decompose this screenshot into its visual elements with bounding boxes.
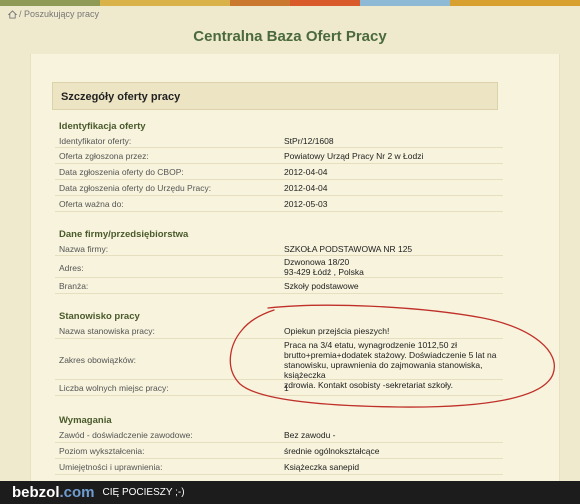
row-value: Dzwonowa 18/20 93-429 Łódź , Polska [284,257,364,277]
row-label: Identyfikator oferty: [59,136,132,146]
top-bar-segment [0,0,100,6]
table-row: Identyfikator oferty: StPr/12/1608 [55,133,503,148]
row-label: Liczba wolnych miejsc pracy: [59,383,169,393]
table-row: Adres: Dzwonowa 18/20 93-429 Łódź , Pols… [55,256,503,278]
breadcrumb: / Poszukujący pracy [8,9,99,19]
brand-logo[interactable]: bebzol.com [12,484,95,501]
row-value: Szkoły podstawowe [284,281,359,291]
row-label: Branża: [59,281,89,291]
row-value: 2012-05-03 [284,199,328,209]
row-label: Adres: [59,263,84,273]
row-label: Data zgłoszenia oferty do CBOP: [59,167,184,177]
row-label: Nazwa stanowiska pracy: [59,326,155,336]
page-title: Centralna Baza Ofert Pracy [193,28,387,45]
row-label: Nazwa firmy: [59,244,109,254]
group-title-requirements: Wymagania [59,415,112,426]
row-label: Data zgłoszenia oferty do Urzędu Pracy: [59,183,212,193]
row-value: Opiekun przejścia pieszych! [284,326,390,336]
brand-tld: .com [59,484,95,501]
top-color-bar [0,0,580,6]
table-row: Data zgłoszenia oferty do Urzędu Pracy: … [55,180,503,196]
row-value: Bez zawodu - [284,430,336,440]
table-row: Liczba wolnych miejsc pracy: 1 [55,380,503,396]
top-bar-segment [230,0,290,6]
watermark-footer: bebzol.com CIĘ POCIESZY ;-) [0,481,580,504]
breadcrumb-link-job-seeker[interactable]: / Poszukujący pracy [19,9,99,19]
row-label: Zakres obowiązków: [59,355,137,365]
table-row: Oferta ważna do: 2012-05-03 [55,196,503,212]
top-bar-segment [450,0,580,6]
row-value: SZKOŁA PODSTAWOWA NR 125 [284,244,413,254]
table-row: Data zgłoszenia oferty do CBOP: 2012-04-… [55,164,503,180]
row-label: Poziom wykształcenia: [59,446,145,456]
brand-name: bebzol [12,484,60,501]
row-label: Zawód - doświadczenie zawodowe: [59,430,193,440]
top-bar-segment [100,0,230,6]
row-value: Powiatowy Urząd Pracy Nr 2 w Łodzi [284,151,424,161]
row-value: średnie ogólnokształcące [284,446,380,456]
table-row: Zakres obowiązków: Praca na 3/4 etatu, w… [55,339,503,390]
table-row: Poziom wykształcenia: średnie ogólnokszt… [55,443,503,459]
table-row: Nazwa stanowiska pracy: Opiekun przejści… [55,323,503,339]
row-value: StPr/12/1608 [284,136,334,146]
footer-tagline: CIĘ POCIESZY ;-) [102,487,185,498]
table-row: Umiejętności i uprawnienia: Książeczka s… [55,459,503,475]
group-title-identification: Identyfikacja oferty [59,121,146,132]
top-bar-segment [290,0,360,6]
table-row: Branża: Szkoły podstawowe [55,278,503,294]
row-value: Książeczka sanepid [284,462,360,472]
group-title-position: Stanowisko pracy [59,311,140,322]
table-row: Zawód - doświadczenie zawodowe: Bez zawo… [55,427,503,443]
home-icon[interactable] [8,9,17,19]
details-section-header: Szczegóły oferty pracy [52,82,498,110]
row-label: Umiejętności i uprawnienia: [59,462,163,472]
row-value: 1 [284,383,289,393]
top-bar-segment [360,0,450,6]
row-label: Oferta zgłoszona przez: [59,151,149,161]
row-label: Oferta ważna do: [59,199,124,209]
group-title-company: Dane firmy/przedsiębiorstwa [59,229,189,240]
row-value: 2012-04-04 [284,167,328,177]
table-row: Oferta zgłoszona przez: Powiatowy Urząd … [55,148,503,164]
table-row: Nazwa firmy: SZKOŁA PODSTAWOWA NR 125 [55,240,503,256]
row-value: 2012-04-04 [284,183,328,193]
